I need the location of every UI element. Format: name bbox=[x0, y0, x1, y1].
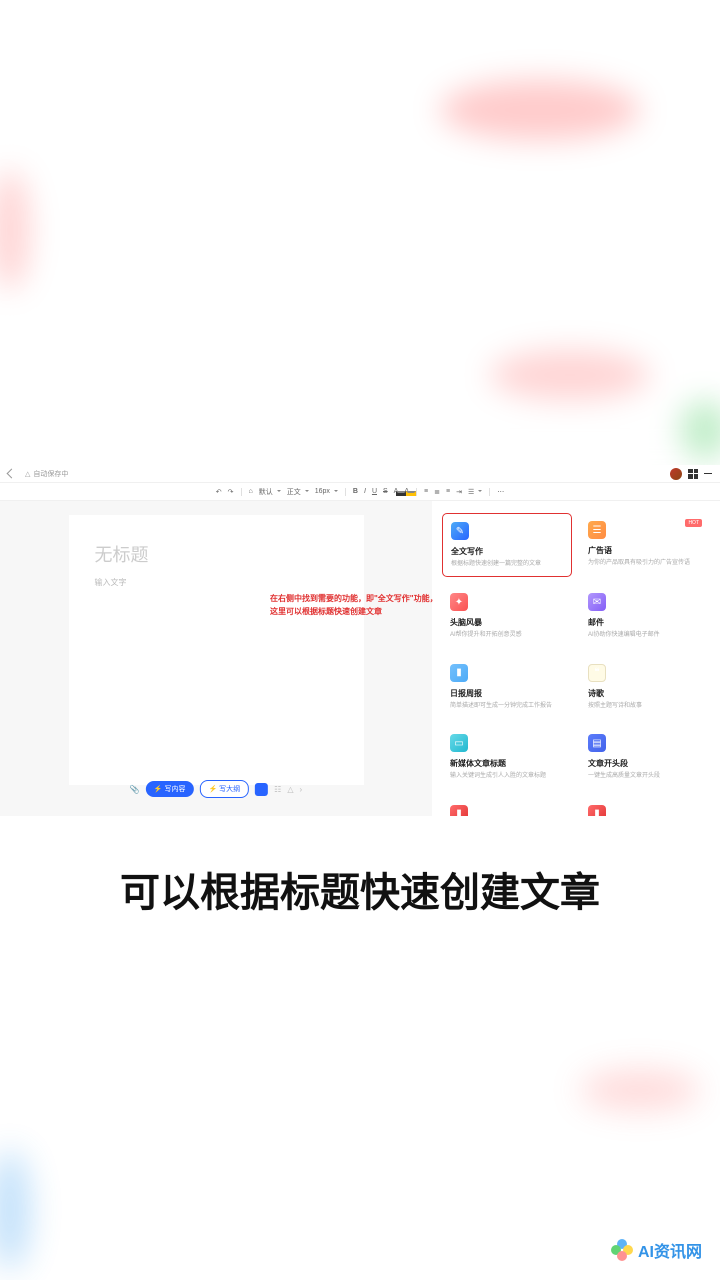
card-description: 一键生成高质量文章开头段 bbox=[588, 772, 702, 780]
card-icon: ▮ bbox=[588, 805, 606, 816]
card-description: 简单描述即可生成一分钟完成工作报告 bbox=[450, 702, 564, 710]
card-icon: ✎ bbox=[451, 522, 469, 540]
text-color-button[interactable]: A bbox=[394, 488, 399, 495]
insert-icon[interactable]: ☰ bbox=[468, 488, 482, 496]
card-title: 文章开头段 bbox=[588, 758, 702, 769]
app-window: 自动保存中 ↶ ↷ ⌂ 默认 正文 16px B I U S A A ≡ ≣ ≡… bbox=[0, 465, 720, 816]
indent-icon[interactable]: ⇥ bbox=[456, 488, 462, 496]
italic-button[interactable]: I bbox=[364, 488, 366, 495]
template-card-7[interactable]: ▤ 文章开头段一键生成高质量文章开头段 bbox=[580, 726, 710, 788]
card-icon: ▮ bbox=[450, 664, 468, 682]
action-bar: 📎 ⚡ 写内容 ⚡ 写大纲 ☷ △ › bbox=[130, 780, 302, 798]
watermark-text: AI资讯网 bbox=[638, 1238, 702, 1262]
format-paint-icon[interactable]: ⌂ bbox=[249, 488, 253, 495]
document[interactable]: 无标题 输入文字 bbox=[69, 515, 364, 785]
template-card-6[interactable]: ▭ 新媒体文章标题输入关键词生成引人入胜的文章标题 bbox=[442, 726, 572, 788]
card-icon: ▮ bbox=[450, 805, 468, 816]
card-description: AI协助你快速编辑电子邮件 bbox=[588, 631, 702, 639]
template-card-4[interactable]: ▮ 日报周报简单描述即可生成一分钟完成工作报告 bbox=[442, 656, 572, 718]
topbar: 自动保存中 bbox=[0, 465, 720, 483]
card-title: 新媒体文章标题 bbox=[450, 758, 564, 769]
avatar[interactable] bbox=[670, 468, 682, 480]
redo-icon[interactable]: ↷ bbox=[228, 488, 234, 496]
watermark: AI资讯网 bbox=[611, 1238, 702, 1262]
template-card-1[interactable]: ☰ HOT 广告语为你的产品取具有吸引力的广告宣传语 bbox=[580, 513, 710, 577]
card-icon: ▭ bbox=[450, 734, 468, 752]
attach-icon[interactable]: 📎 bbox=[130, 785, 140, 794]
autosave-status: 自动保存中 bbox=[25, 469, 68, 479]
back-icon[interactable] bbox=[7, 469, 17, 479]
card-title: 诗歌 bbox=[588, 688, 702, 699]
bold-button[interactable]: B bbox=[353, 488, 358, 495]
caption-text: 可以根据标题快速创建文章 bbox=[0, 860, 720, 918]
template-card-8[interactable]: ▮ bbox=[442, 797, 572, 816]
card-description: 为你的产品取具有吸引力的广告宣传语 bbox=[588, 559, 702, 567]
body-input[interactable]: 输入文字 bbox=[95, 577, 338, 588]
card-title: 广告语 bbox=[588, 545, 702, 556]
card-title: 邮件 bbox=[588, 617, 702, 628]
card-title: 日报周报 bbox=[450, 688, 564, 699]
title-input[interactable]: 无标题 bbox=[95, 541, 338, 567]
template-card-0[interactable]: ✎ 全文写作根据标题快速创建一篇完整的文章 bbox=[442, 513, 572, 577]
more-icon[interactable]: ⋯ bbox=[497, 488, 504, 496]
chevron-right-icon[interactable]: › bbox=[299, 785, 302, 794]
template-card-2[interactable]: ✦ 头脑风暴 AI帮你提升和开拓创意灵感 bbox=[442, 585, 572, 647]
watermark-logo-icon bbox=[611, 1239, 633, 1261]
paragraph-select[interactable]: 正文 bbox=[287, 487, 309, 497]
underline-button[interactable]: U bbox=[372, 488, 377, 495]
list-numbered-icon[interactable]: ≣ bbox=[434, 488, 440, 496]
card-icon: ❝ bbox=[588, 664, 606, 682]
size-select[interactable]: 16px bbox=[315, 488, 338, 495]
align-left-icon[interactable]: ≡ bbox=[446, 488, 450, 495]
highlight-button[interactable]: A bbox=[404, 488, 409, 495]
list-bullets-icon[interactable]: ≡ bbox=[424, 488, 428, 495]
undo-icon[interactable]: ↶ bbox=[216, 488, 222, 496]
template-card-5[interactable]: ❝ 诗歌按照主题写诗和故事 bbox=[580, 656, 710, 718]
annotation-text: 在右侧中找到需要的功能，即"全文写作"功能， 这里可以根据标题快速创建文章 bbox=[270, 593, 438, 619]
apps-icon[interactable] bbox=[688, 469, 698, 479]
strike-button[interactable]: S bbox=[383, 488, 388, 495]
square-button[interactable] bbox=[255, 783, 268, 796]
template-card-3[interactable]: ✉ 邮件 AI协助你快速编辑电子邮件 bbox=[580, 585, 710, 647]
card-icon: ☰ bbox=[588, 521, 606, 539]
minimize-icon[interactable] bbox=[704, 473, 712, 475]
font-select[interactable]: 默认 bbox=[259, 487, 281, 497]
card-icon: ▤ bbox=[588, 734, 606, 752]
card-icon: ✦ bbox=[450, 593, 468, 611]
card-description: AI帮你提升和开拓创意灵感 bbox=[450, 631, 564, 639]
card-title: 头脑风暴 bbox=[450, 617, 564, 628]
card-icon: ✉ bbox=[588, 593, 606, 611]
template-sidebar: ✎ 全文写作根据标题快速创建一篇完整的文章 ☰ HOT 广告语为你的产品取具有吸引力的广… bbox=[432, 501, 720, 816]
mini-icon-2[interactable]: △ bbox=[287, 785, 293, 794]
write-outline-button[interactable]: ⚡ 写大纲 bbox=[199, 780, 249, 798]
document-area: 无标题 输入文字 在右侧中找到需要的功能，即"全文写作"功能， 这里可以根据标题… bbox=[0, 501, 432, 816]
card-title: 全文写作 bbox=[451, 546, 563, 557]
card-description: 根据标题快速创建一篇完整的文章 bbox=[451, 560, 563, 568]
toolbar: ↶ ↷ ⌂ 默认 正文 16px B I U S A A ≡ ≣ ≡ ⇥ ☰ ⋯ bbox=[0, 483, 720, 501]
mini-icon-1[interactable]: ☷ bbox=[274, 785, 281, 794]
template-card-9[interactable]: ▮ bbox=[580, 797, 710, 816]
card-description: 输入关键词生成引人入胜的文章标题 bbox=[450, 772, 564, 780]
card-description: 按照主题写诗和故事 bbox=[588, 702, 702, 710]
write-content-button[interactable]: ⚡ 写内容 bbox=[146, 781, 194, 797]
hot-badge: HOT bbox=[685, 519, 702, 527]
